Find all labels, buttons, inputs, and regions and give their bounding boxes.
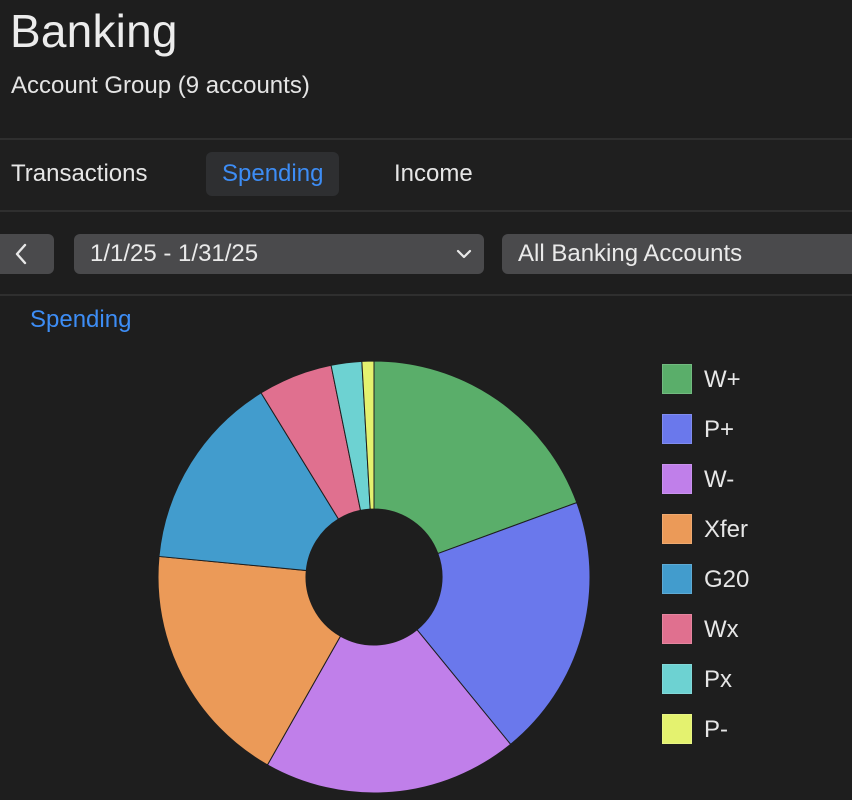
legend-swatch bbox=[662, 414, 692, 444]
legend-swatch bbox=[662, 664, 692, 694]
page-subtitle: Account Group (9 accounts) bbox=[11, 72, 310, 99]
legend-label: G20 bbox=[704, 566, 750, 593]
legend-swatch bbox=[662, 564, 692, 594]
legend-label: W+ bbox=[704, 366, 741, 393]
legend-swatch bbox=[662, 614, 692, 644]
page-title: Banking bbox=[10, 5, 178, 57]
tab-spending[interactable]: Spending bbox=[206, 152, 340, 196]
legend-swatch bbox=[662, 714, 692, 744]
date-range-value: 1/1/25 - 1/31/25 bbox=[90, 240, 259, 267]
previous-period-button[interactable] bbox=[0, 234, 54, 274]
chevron-left-icon bbox=[15, 243, 27, 265]
legend-label: Xfer bbox=[704, 516, 749, 543]
banking-window: Banking Account Group (9 accounts) Trans… bbox=[0, 0, 852, 800]
account-filter-select[interactable]: All Banking Accounts bbox=[502, 234, 852, 274]
header: Banking Account Group (9 accounts) bbox=[0, 0, 852, 138]
legend-label: Px bbox=[704, 666, 733, 693]
tab-bar: Transactions Spending Income bbox=[0, 140, 852, 210]
legend-swatch bbox=[662, 464, 692, 494]
account-filter-value: All Banking Accounts bbox=[518, 240, 743, 267]
spending-chart-panel: Spending W+ P+ W- Xfer G20 Wx Px P- bbox=[0, 296, 852, 800]
date-range-select[interactable]: 1/1/25 - 1/31/25 bbox=[74, 234, 484, 274]
legend-swatch bbox=[662, 514, 692, 544]
legend-label: P- bbox=[704, 716, 728, 743]
legend-label: W- bbox=[704, 466, 735, 493]
tab-income[interactable]: Income bbox=[378, 152, 489, 196]
legend-label: Wx bbox=[704, 616, 739, 643]
chevron-down-icon bbox=[456, 249, 472, 259]
spending-donut-chart bbox=[157, 360, 591, 794]
tab-transactions[interactable]: Transactions bbox=[0, 152, 164, 196]
legend-label: P+ bbox=[704, 416, 735, 443]
legend-swatch bbox=[662, 364, 692, 394]
chart-title[interactable]: Spending bbox=[30, 306, 131, 334]
filter-toolbar: 1/1/25 - 1/31/25 All Banking Accounts bbox=[0, 212, 852, 294]
